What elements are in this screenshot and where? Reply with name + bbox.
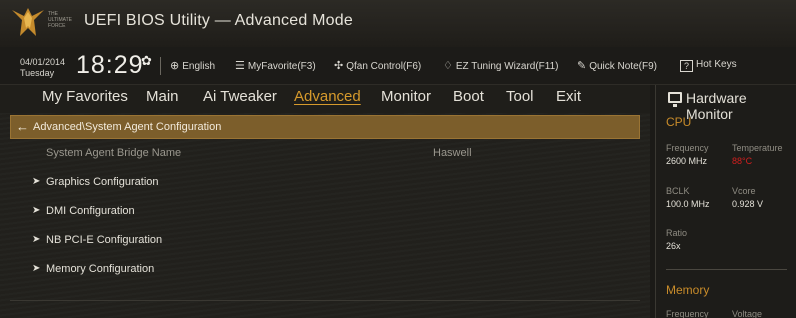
ratio-value: 26x xyxy=(666,241,681,251)
hw-divider xyxy=(666,269,787,270)
globe-icon: ⊕ xyxy=(170,60,180,72)
myfavorite-button[interactable]: ☰ MyFavorite(F3) xyxy=(235,59,316,72)
vcore-label: Vcore xyxy=(732,186,756,196)
vcore-value: 0.928 V xyxy=(732,199,764,209)
hot-keys-button[interactable]: ? Hot Keys xyxy=(680,59,737,72)
back-arrow-icon[interactable]: ← xyxy=(16,119,29,134)
date-text: 04/01/2014 xyxy=(20,57,66,67)
menu-bar: My Favorites Main Ai Tweaker Advanced Mo… xyxy=(0,85,650,113)
lightbulb-icon: ♢ xyxy=(443,60,453,72)
cpu-temperature-label: Temperature xyxy=(732,143,783,153)
breadcrumb-path: Advanced\System Agent Configuration xyxy=(33,121,222,133)
language-button[interactable]: ⊕ English xyxy=(170,59,215,72)
day-text: Tuesday xyxy=(20,68,55,78)
quick-note-button[interactable]: ✎ Quick Note(F9) xyxy=(577,59,657,72)
chevron-right-icon: ➤ xyxy=(32,176,41,187)
tab-exit[interactable]: Exit xyxy=(556,88,581,105)
tab-advanced[interactable]: Advanced xyxy=(294,88,361,105)
settings-panel: ← Advanced\System Agent Configuration Sy… xyxy=(0,113,650,318)
title-bar: THE ULTIMATE FORCE UEFI BIOS Utility — A… xyxy=(0,0,796,47)
submenu-label: Graphics Configuration xyxy=(46,176,159,188)
chevron-right-icon: ➤ xyxy=(32,234,41,245)
bclk-value: 100.0 MHz xyxy=(666,199,710,209)
submenu-label: DMI Configuration xyxy=(46,205,135,217)
ratio-label: Ratio xyxy=(666,228,688,238)
bridge-name-row: System Agent Bridge Name Haswell xyxy=(10,143,640,165)
list-icon: ☰ xyxy=(235,60,245,72)
hardware-monitor-title: Hardware Monitor xyxy=(686,90,747,122)
tuf-logo-icon xyxy=(12,8,44,36)
quick-note-label: Quick Note(F9) xyxy=(589,61,658,72)
tab-boot[interactable]: Boot xyxy=(453,88,484,105)
panel-divider xyxy=(10,300,640,301)
submenu-dmi[interactable]: ➤ DMI Configuration xyxy=(10,201,640,223)
qfan-label: Qfan Control(F6) xyxy=(346,61,422,72)
app-title: UEFI BIOS Utility — Advanced Mode xyxy=(84,12,353,29)
submenu-label: Memory Configuration xyxy=(46,263,155,275)
logo-subtext: THE ULTIMATE FORCE xyxy=(48,11,72,29)
bridge-name-label: System Agent Bridge Name xyxy=(46,147,182,159)
chevron-right-icon: ➤ xyxy=(32,263,41,274)
memory-frequency-label: Frequency xyxy=(666,309,709,318)
hardware-monitor-panel: Hardware Monitor CPU Frequency Temperatu… xyxy=(655,85,796,318)
submenu-label: NB PCI-E Configuration xyxy=(46,234,163,246)
qfan-button[interactable]: ✣ Qfan Control(F6) xyxy=(334,59,421,72)
language-label: English xyxy=(182,61,216,72)
cpu-temperature-value: 88°C xyxy=(732,156,753,166)
hardware-monitor-header: Hardware Monitor xyxy=(656,85,796,122)
myfavorite-label: MyFavorite(F3) xyxy=(247,61,316,72)
gear-icon[interactable]: ✿ xyxy=(141,53,152,69)
tab-main[interactable]: Main xyxy=(146,88,179,105)
clock-time: 18:29 xyxy=(76,51,144,79)
tab-monitor[interactable]: Monitor xyxy=(381,88,431,105)
breadcrumb[interactable]: ← Advanced\System Agent Configuration xyxy=(10,115,640,139)
chevron-right-icon: ➤ xyxy=(32,205,41,216)
bridge-name-value: Haswell xyxy=(433,147,472,159)
tab-my-favorites[interactable]: My Favorites xyxy=(42,88,128,105)
tab-tool[interactable]: Tool xyxy=(506,88,534,105)
cpu-frequency-label: Frequency xyxy=(666,143,709,153)
divider xyxy=(160,57,161,75)
tab-ai-tweaker[interactable]: Ai Tweaker xyxy=(203,88,277,105)
ez-tuning-button[interactable]: ♢ EZ Tuning Wizard(F11) xyxy=(443,59,559,72)
submenu-memory[interactable]: ➤ Memory Configuration xyxy=(10,259,640,281)
monitor-icon xyxy=(668,92,682,107)
ez-tuning-label: EZ Tuning Wizard(F11) xyxy=(455,61,559,72)
hot-keys-label: Hot Keys xyxy=(696,59,737,70)
memory-section-title: Memory xyxy=(666,283,710,297)
help-icon: ? xyxy=(680,60,693,72)
cpu-section-title: CPU xyxy=(666,115,692,129)
fan-icon: ✣ xyxy=(334,60,344,72)
note-icon: ✎ xyxy=(577,60,587,72)
bclk-label: BCLK xyxy=(666,186,690,196)
submenu-graphics[interactable]: ➤ Graphics Configuration xyxy=(10,172,640,194)
memory-voltage-label: Voltage xyxy=(732,309,763,318)
submenu-nb-pcie[interactable]: ➤ NB PCI-E Configuration xyxy=(10,230,640,252)
cpu-frequency-value: 2600 MHz xyxy=(666,156,708,166)
info-bar: 04/01/2014 Tuesday 18:29 ✿ ⊕ English ☰ MyF… xyxy=(0,47,796,85)
